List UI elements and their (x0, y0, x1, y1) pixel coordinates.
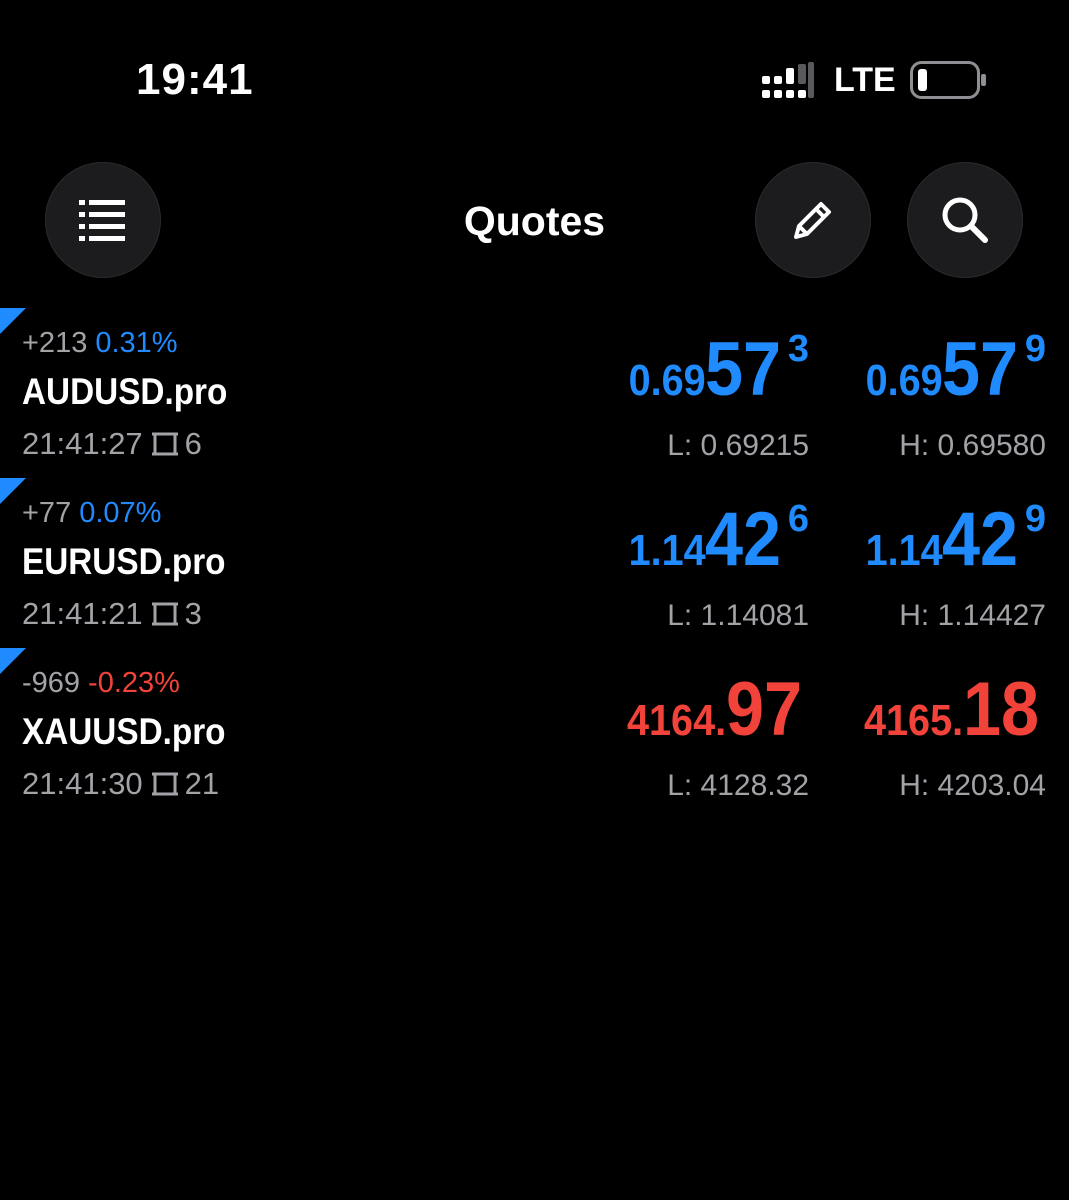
symbol-name: EURUSD.pro (22, 541, 226, 582)
page-title: Quotes (463, 198, 606, 244)
day-low: L: 4128.32 (667, 769, 809, 802)
spread-value: 21 (184, 766, 220, 801)
network-type: LTE (834, 61, 896, 99)
bid-price-prefix: 4164. (627, 696, 727, 745)
bid-price-prefix: 0.69 (628, 356, 706, 405)
ask-price-fraction: 9 (1024, 498, 1046, 540)
bid-price-fraction: 3 (787, 328, 809, 370)
spread-icon (151, 772, 178, 796)
symbol-name: XAUUSD.pro (22, 711, 226, 752)
change-percent: -0.23% (88, 667, 180, 699)
quotes-list: +213 0.31% AUDUSD.pro 21:41:27 6 0.6957 3 … (0, 306, 1069, 816)
quote-time-spread: 21:41:21 3 (22, 594, 202, 634)
bid-price-pips: 97 (726, 667, 803, 752)
bid-price: 4164.97 (616, 668, 809, 752)
day-high: H: 0.69580 (899, 429, 1046, 462)
ask-price-prefix: 0.69 (865, 356, 943, 405)
quote-time: 21:41:27 (22, 426, 143, 461)
quote-time-spread: 21:41:27 6 (22, 424, 202, 464)
day-low: L: 0.69215 (667, 429, 809, 462)
pencil-icon (794, 202, 831, 239)
ask-price: 4165.18 (853, 668, 1046, 752)
spread-icon (151, 432, 178, 456)
change-points: +213 (22, 327, 88, 359)
spread-icon (151, 602, 178, 626)
bid-price-pips: 42 (705, 497, 782, 582)
daily-change: +77 0.07% (22, 494, 161, 532)
day-high: H: 4203.04 (899, 769, 1046, 802)
change-points: -969 (22, 667, 81, 699)
day-high: H: 1.14427 (899, 599, 1046, 632)
header: Quotes (0, 150, 1069, 290)
ask-price-fraction: 9 (1024, 328, 1046, 370)
status-bar: 19:41 LTE (0, 0, 1069, 130)
ask-price-pips: 42 (942, 497, 1019, 582)
quote-time-spread: 21:41:30 21 (22, 764, 219, 804)
change-percent: 0.31% (95, 327, 178, 359)
search-icon (942, 197, 988, 243)
daily-change: +213 0.31% (22, 324, 178, 362)
ask-price-prefix: 4165. (864, 696, 964, 745)
menu-button[interactable] (45, 162, 161, 278)
quote-time: 21:41:30 (22, 766, 143, 801)
bid-price-fraction: 6 (787, 498, 809, 540)
quote-time: 21:41:21 (22, 596, 143, 631)
quote-row-xauusd[interactable]: -969 -0.23% XAUUSD.pro 21:41:30 21 4164.9… (0, 646, 1069, 816)
ask-price-prefix: 1.14 (865, 526, 943, 575)
bid-price-pips: 57 (705, 327, 782, 412)
change-points: +77 (22, 497, 72, 529)
edit-button[interactable] (755, 162, 871, 278)
quote-row-audusd[interactable]: +213 0.31% AUDUSD.pro 21:41:27 6 0.6957 3 … (0, 306, 1069, 476)
daily-change: -969 -0.23% (22, 664, 180, 702)
ask-price: 1.1442 9 (857, 498, 1046, 582)
status-time: 19:41 (136, 55, 254, 104)
bid-price-prefix: 1.14 (628, 526, 706, 575)
spread-value: 3 (184, 596, 202, 631)
list-icon (79, 200, 125, 241)
bid-price: 1.1442 6 (620, 498, 809, 582)
battery-icon (910, 61, 986, 99)
signal-icon (762, 62, 814, 98)
bid-price: 0.6957 3 (620, 328, 809, 412)
ask-price-pips: 18 (963, 667, 1040, 752)
day-low: L: 1.14081 (667, 599, 809, 632)
ask-price: 0.6957 9 (857, 328, 1046, 412)
symbol-name: AUDUSD.pro (22, 371, 228, 412)
ask-price-pips: 57 (942, 327, 1019, 412)
spread-value: 6 (184, 426, 202, 461)
change-percent: 0.07% (79, 497, 162, 529)
quote-row-eurusd[interactable]: +77 0.07% EURUSD.pro 21:41:21 3 1.1442 6 1… (0, 476, 1069, 646)
search-button[interactable] (907, 162, 1023, 278)
